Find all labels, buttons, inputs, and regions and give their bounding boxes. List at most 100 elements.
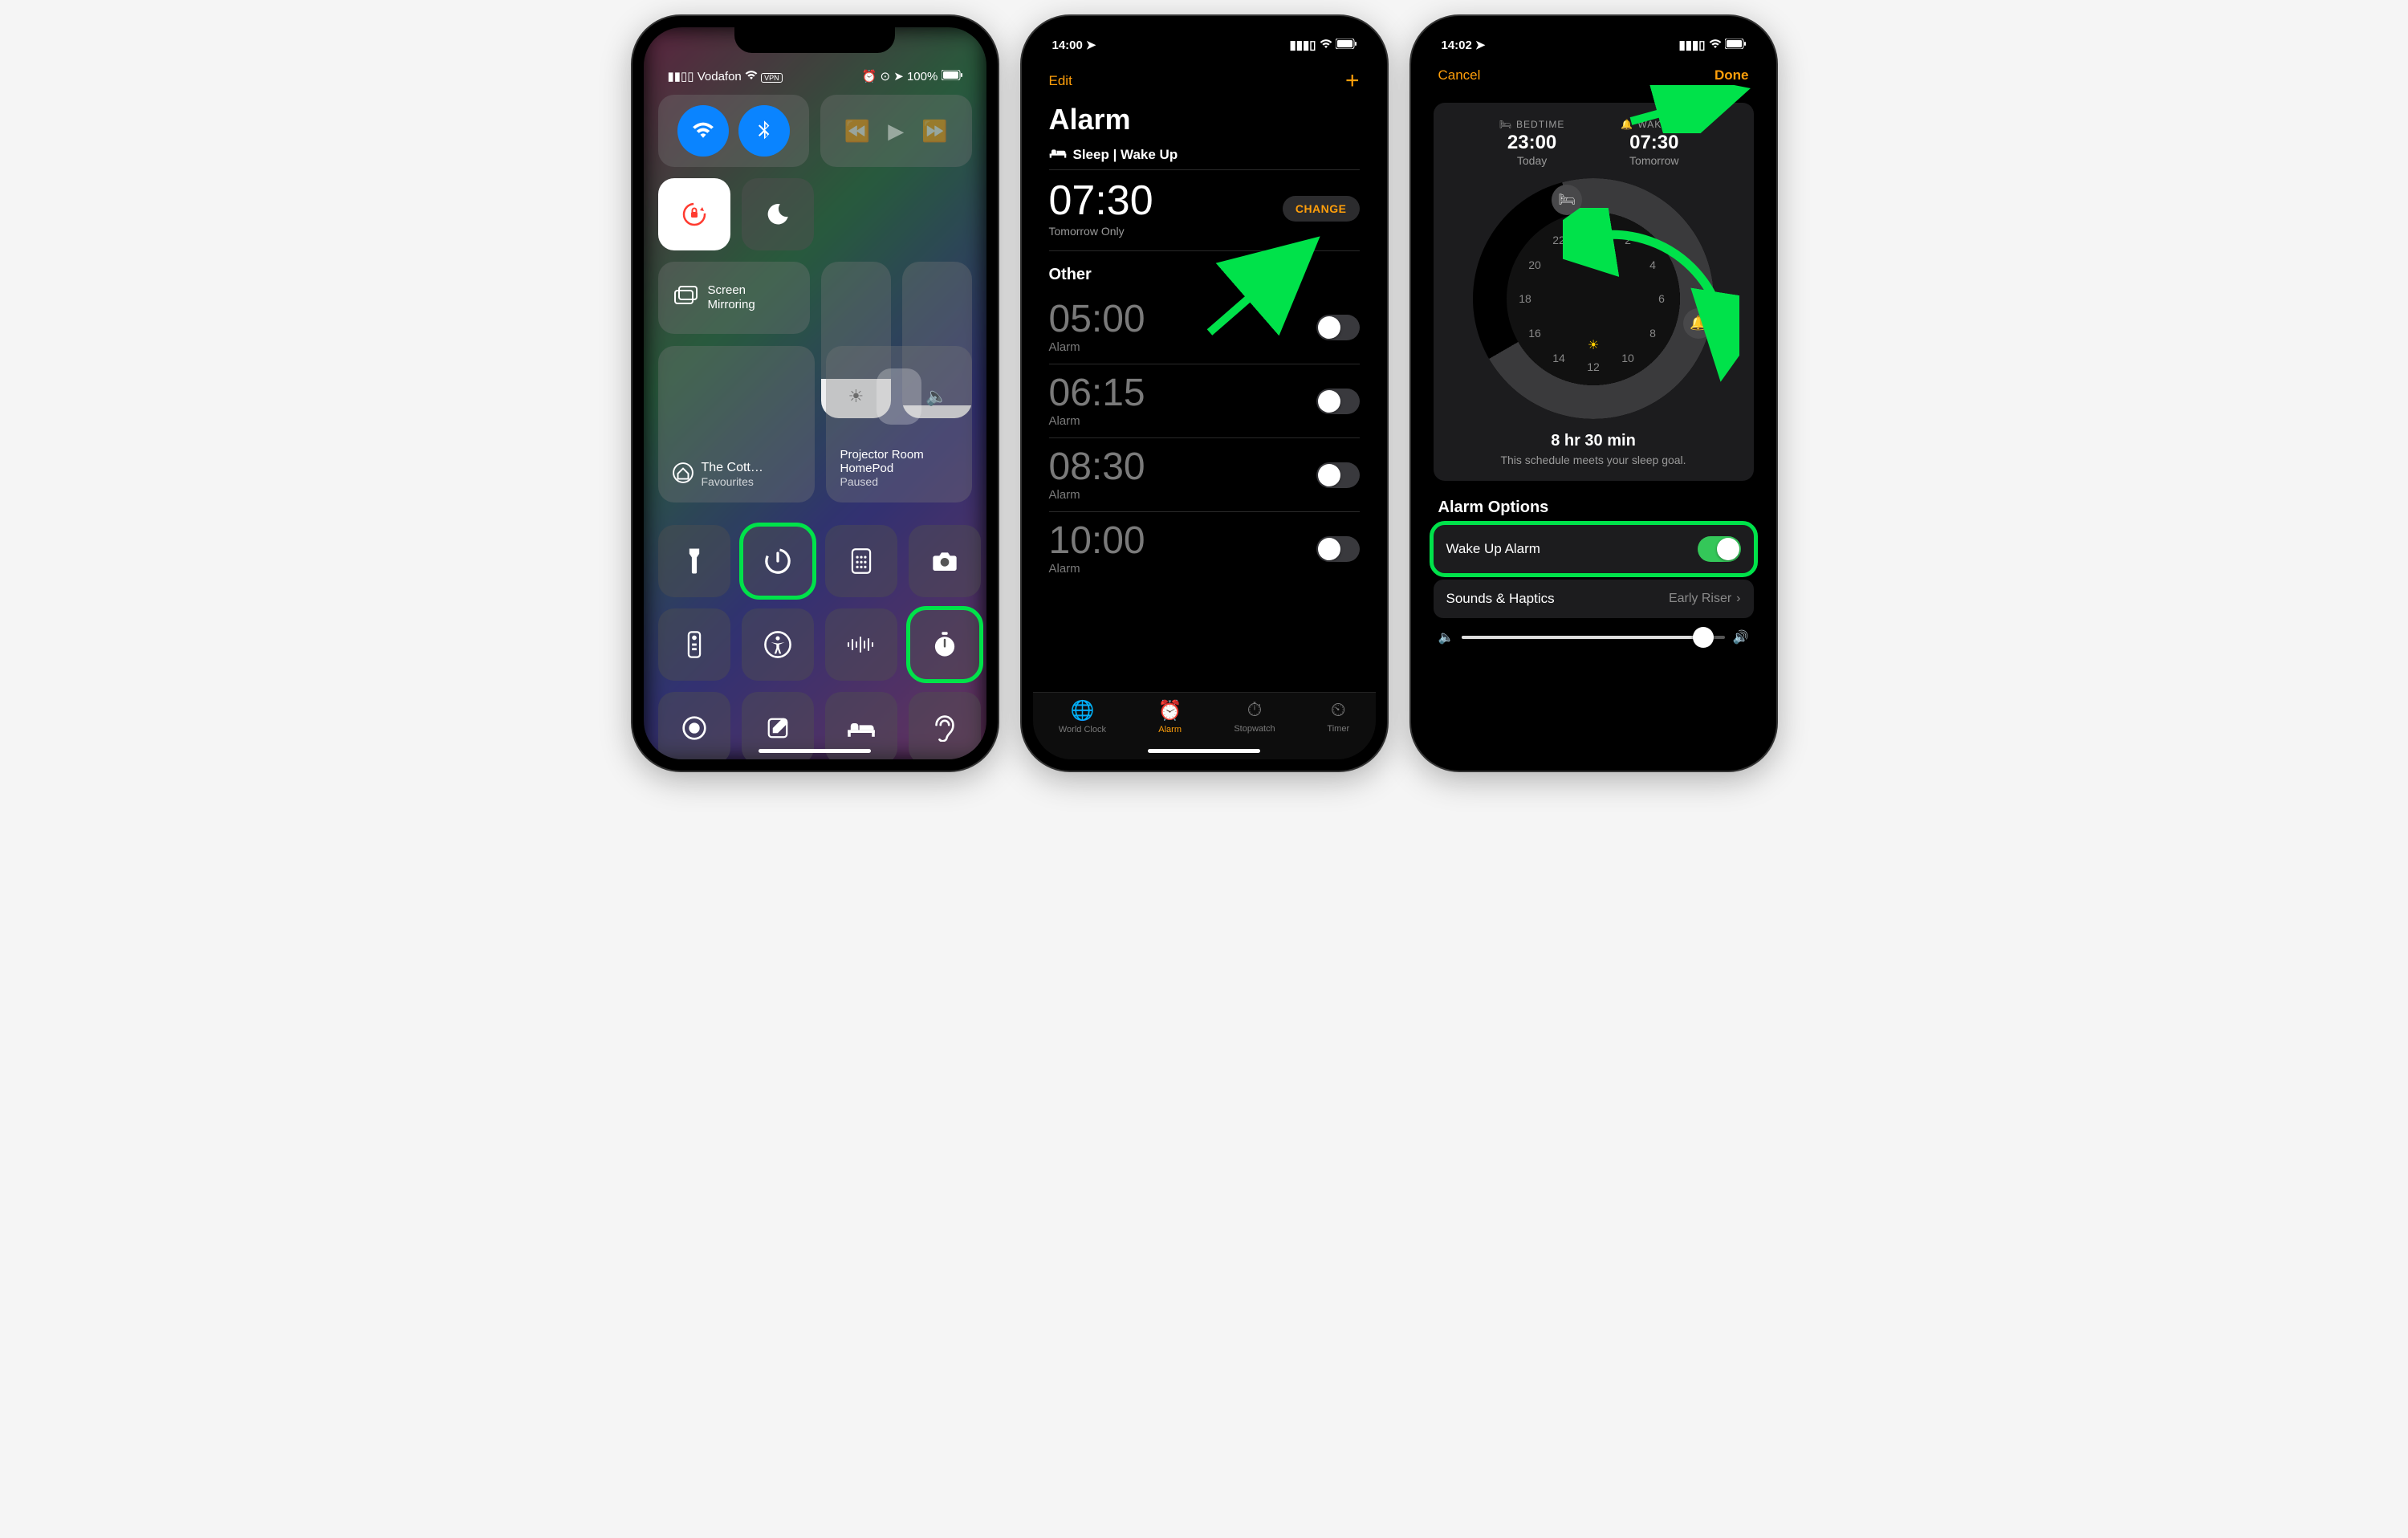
stopwatch-button[interactable] (909, 608, 981, 681)
carrier-label: Vodafon (698, 70, 742, 83)
timer-icon: ⏲ (1331, 699, 1346, 722)
bed-icon (1049, 146, 1067, 163)
stopwatch-icon: ⏱ (1247, 699, 1263, 722)
accessibility-button[interactable] (742, 608, 814, 681)
cancel-button[interactable]: Cancel (1438, 67, 1481, 83)
wake-handle[interactable]: 🔔 (1683, 308, 1714, 339)
alarm-row[interactable]: 10:00Alarm (1033, 512, 1376, 585)
forward-icon[interactable]: ⏩ (921, 119, 947, 144)
wifi-toggle[interactable] (677, 105, 729, 157)
wifi-icon (1320, 39, 1332, 52)
signal-icon: ▮▮▮▯ (1678, 38, 1705, 52)
volume-slider[interactable] (1462, 636, 1724, 639)
homepod-subtitle: Paused (840, 475, 958, 488)
bedtime-day: Today (1499, 154, 1565, 167)
change-button[interactable]: CHANGE (1283, 196, 1360, 222)
do-not-disturb-toggle[interactable] (742, 178, 814, 250)
flashlight-button[interactable] (658, 525, 730, 597)
timer-button[interactable] (742, 525, 814, 597)
status-time: 14:02 (1442, 39, 1472, 52)
chevron-right-icon: › (1736, 592, 1740, 606)
calculator-button[interactable] (825, 525, 897, 597)
homepod-tile[interactable]: Projector Room HomePod Paused (826, 346, 972, 502)
wifi-icon (745, 70, 761, 83)
rewind-icon[interactable]: ⏪ (844, 119, 870, 144)
media-controls[interactable]: ⏪ ▶ ⏩ (820, 95, 972, 167)
alarm-toggle[interactable] (1316, 315, 1360, 340)
home-scene-title: The Cott… (702, 461, 763, 475)
wakeup-value: 07:30 (1621, 132, 1687, 154)
wake-up-alarm-row[interactable]: Wake Up Alarm (1434, 525, 1754, 573)
wake-up-alarm-toggle[interactable] (1698, 536, 1741, 562)
sleep-duration: 8 hr 30 min (1445, 432, 1743, 450)
camera-button[interactable] (909, 525, 981, 597)
notch (1124, 27, 1284, 53)
tab-world-clock[interactable]: 🌐World Clock (1059, 699, 1106, 734)
home-indicator[interactable] (1148, 749, 1260, 753)
battery-icon (1336, 39, 1357, 52)
globe-icon: 🌐 (1070, 699, 1094, 722)
sleep-dial[interactable]: 0 2 4 6 8 10 12 14 16 18 20 22 ✦ ☀︎ 🛏 🔔 (1473, 178, 1714, 419)
play-icon[interactable]: ▶ (888, 119, 904, 144)
wakeup-day: Tomorrow (1621, 154, 1687, 167)
signal-icon: ▮▮▯▯ (668, 70, 694, 83)
alarm-row[interactable]: 05:00Alarm (1033, 291, 1376, 364)
battery-label: 100% (907, 70, 938, 83)
bedtime-handle[interactable]: 🛏 (1552, 185, 1582, 215)
volume-low-icon: 🔈 (1438, 629, 1454, 645)
homepod-title: Projector Room HomePod (840, 448, 958, 475)
add-alarm-button[interactable]: + (1345, 67, 1360, 95)
tab-alarm[interactable]: ⏰Alarm (1158, 699, 1182, 734)
alarm-row[interactable]: 08:30Alarm (1033, 438, 1376, 511)
sleep-section-header: Sleep | Wake Up (1033, 146, 1376, 169)
stars-icon: ✦ (1588, 244, 1598, 260)
bedtime-label: 🛏BEDTIME (1499, 119, 1565, 130)
status-time: 14:00 (1052, 39, 1083, 52)
sleep-wake-time: 07:30 (1049, 180, 1153, 222)
remote-button[interactable] (658, 608, 730, 681)
alarm-toggle[interactable] (1316, 389, 1360, 414)
hearing-button[interactable] (909, 692, 981, 759)
home-scene-tile[interactable]: The Cott… Favourites (658, 346, 815, 502)
location-icon: ➤ (893, 70, 904, 83)
notch (734, 27, 895, 53)
quick-action-grid (658, 525, 972, 759)
screen-mirroring-icon (674, 286, 698, 311)
sleep-goal-message: This schedule meets your sleep goal. (1445, 454, 1743, 466)
done-button[interactable]: Done (1714, 67, 1749, 83)
rotation-lock-toggle[interactable] (658, 178, 730, 250)
wakeup-label: 🔔WAKE UP (1621, 119, 1687, 130)
alarm-row[interactable]: 06:15Alarm (1033, 364, 1376, 437)
sun-icon: ☀︎ (1588, 337, 1599, 353)
phone-control-center: ▮▮▯▯ Vodafon VPN ⏰ ⊙ ➤ 100% (633, 16, 998, 771)
bluetooth-toggle[interactable] (738, 105, 790, 157)
home-indicator[interactable] (759, 749, 871, 753)
other-section-header: Other (1033, 251, 1376, 291)
alarm-toggle[interactable] (1316, 462, 1360, 488)
alarm-volume-row[interactable]: 🔈 🔊 (1422, 618, 1765, 657)
battery-icon (1725, 39, 1746, 52)
alarm-toggle[interactable] (1316, 536, 1360, 562)
screen-mirroring-button[interactable]: Screen Mirroring (658, 262, 810, 334)
alarm-icon: ⏰ (862, 70, 877, 83)
notch (1513, 27, 1674, 53)
phone-edit-sleep: 14:02 ➤ ▮▮▮▯ Cancel Done 🛏BEDTIME 23:00 … (1411, 16, 1776, 771)
alarm-icon: ⏰ (1158, 699, 1182, 722)
wifi-icon (1709, 39, 1722, 52)
tab-timer[interactable]: ⏲Timer (1327, 699, 1349, 734)
bed-icon: 🛏 (1499, 119, 1512, 130)
voice-memo-button[interactable] (825, 608, 897, 681)
home-scene-subtitle: Favourites (702, 475, 763, 488)
lock-icon: ⊙ (880, 70, 890, 83)
location-icon: ➤ (1086, 38, 1096, 52)
screen-mirroring-label: Screen Mirroring (708, 283, 755, 312)
sleep-wake-row: 07:30 Tomorrow Only CHANGE (1033, 170, 1376, 250)
signal-icon: ▮▮▮▯ (1289, 38, 1316, 52)
tab-stopwatch[interactable]: ⏱Stopwatch (1234, 699, 1275, 734)
sounds-haptics-row[interactable]: Sounds & Haptics Early Riser› (1434, 580, 1754, 618)
homepod-icon (877, 368, 921, 425)
edit-button[interactable]: Edit (1049, 73, 1072, 89)
bell-icon: 🔔 (1621, 119, 1633, 130)
home-icon (673, 462, 694, 487)
screen-record-button[interactable] (658, 692, 730, 759)
